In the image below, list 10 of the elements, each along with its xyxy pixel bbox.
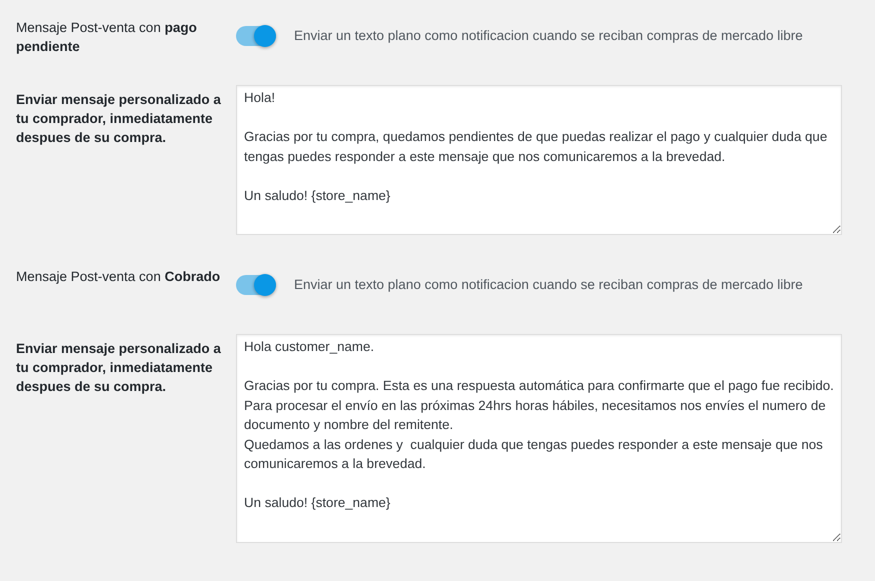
setting-label: Mensaje Post-venta con Cobrado — [16, 268, 221, 286]
message-input-field[interactable]: Hola! Gracias por tu compra, quedamos pendientes de que puedas realizar el pago y cualquier duda que tengas puedes responder a este mensaje que nos comunicaremos a la brevedad. Un saludo! {store_name} — [236, 85, 842, 235]
message-input-field[interactable]: Hola customer_name. Gracias por tu compra. Esta es una respuesta automática para confirmarte que el pago fue recibido. Para procesar el envío en las próximas 24hrs horas hábiles, necesitamos nos envíes el numero de documento y nombre del remitente. Quedamos a las ordenes y cualquier duda que tengas puedes responder a este mensaje que nos comunicaremos a la brevedad. Un saludo! {store_name} — [236, 334, 842, 543]
toggle-switch[interactable] — [236, 26, 276, 46]
setting-label: Enviar mensaje personalizado a tu comprador, inmediatamente despues de su compra. — [16, 91, 221, 147]
toggle-description: Enviar un texto plano como notificacion cuando se reciban compras de mercado libre — [294, 28, 803, 43]
toggle-description: Enviar un texto plano como notificacion cuando se reciban compras de mercado libre — [294, 277, 803, 292]
toggle-switch[interactable] — [236, 275, 276, 295]
setting-label: Mensaje Post-venta con pago pendiente — [16, 19, 198, 56]
setting-label: Enviar mensaje personalizado a tu comprador, inmediatamente despues de su compra. — [16, 340, 221, 396]
